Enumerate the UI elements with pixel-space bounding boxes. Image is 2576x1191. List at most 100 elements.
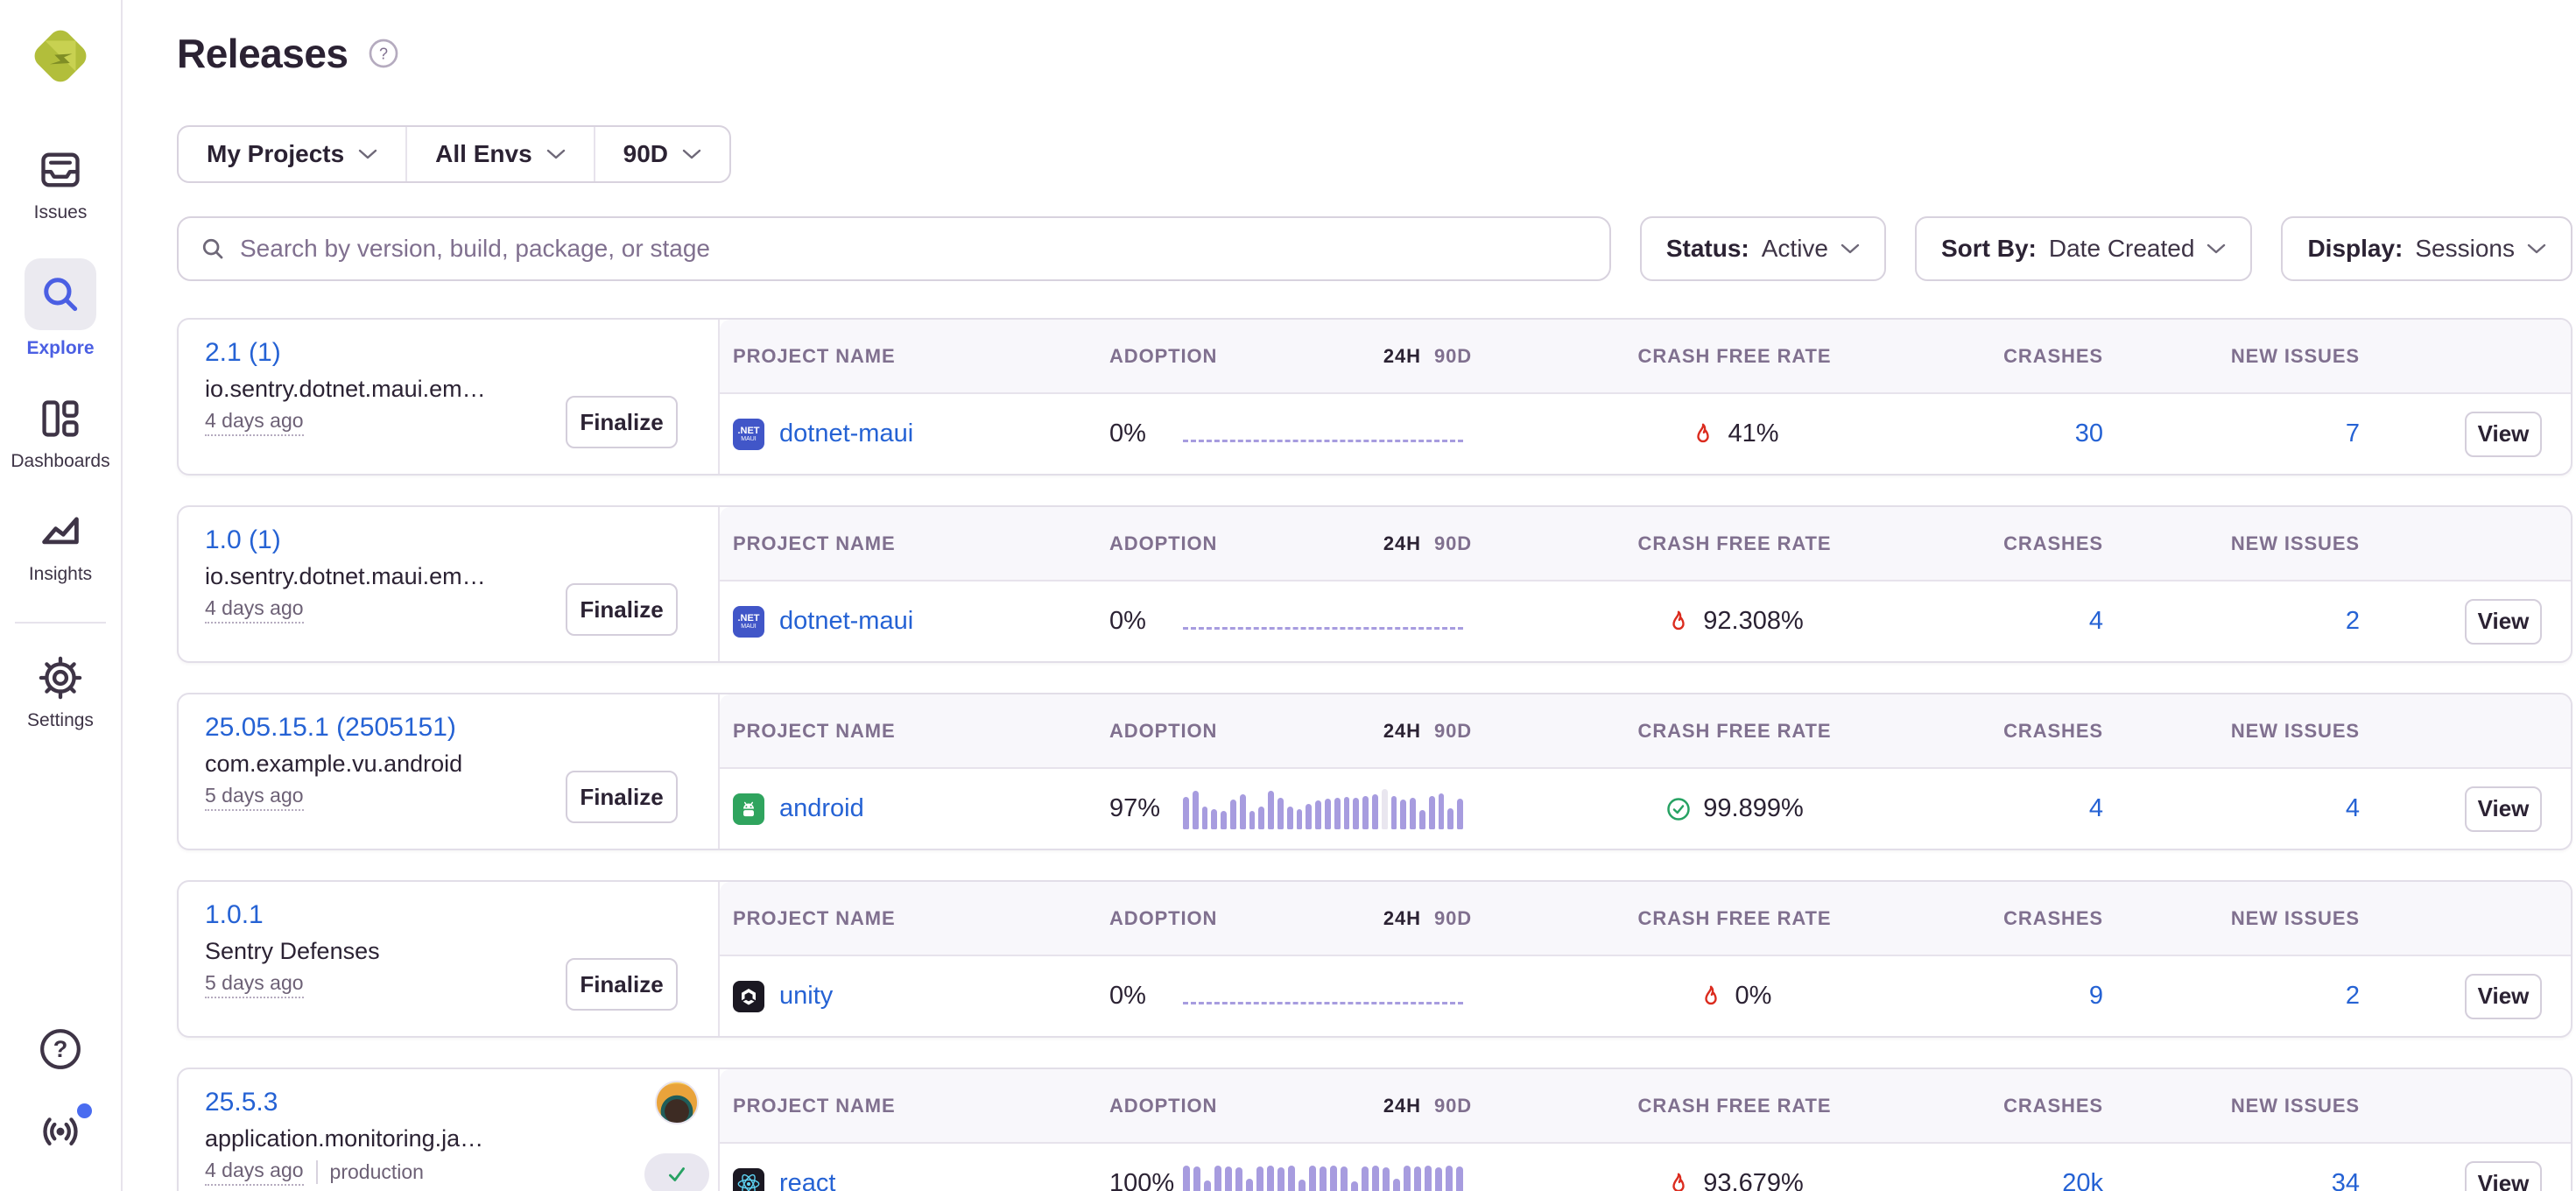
new-issues-link[interactable]: 2 xyxy=(2346,607,2360,636)
crashes-link[interactable]: 30 xyxy=(2075,419,2103,448)
sort-by-dropdown[interactable]: Sort By: Date Created xyxy=(1915,216,2252,281)
sidebar: Issues Explore Dashboards Insights xyxy=(0,0,123,1191)
project-link[interactable]: react xyxy=(779,1169,835,1191)
page-help-icon[interactable]: ? xyxy=(368,38,399,69)
release-created: 4 days ago xyxy=(205,1159,304,1186)
adoption-value: 100% xyxy=(1109,1169,1183,1191)
project-filter[interactable]: My Projects xyxy=(179,127,405,181)
chart-period-toggle[interactable]: 24H90D xyxy=(1383,1095,1472,1117)
check-circle-icon xyxy=(1665,796,1692,822)
project-link[interactable]: unity xyxy=(779,982,833,1011)
col-crash-free-rate: CRASH FREE RATE xyxy=(1638,1095,1832,1117)
col-crash-free-rate: CRASH FREE RATE xyxy=(1638,345,1832,368)
svg-text:?: ? xyxy=(53,1035,68,1062)
new-issues-link[interactable]: 2 xyxy=(2346,982,2360,1011)
view-button[interactable]: View xyxy=(2465,412,2542,457)
release-environment: production xyxy=(316,1160,424,1184)
table-header-row: PROJECT NAME ADOPTION 24H90D CRASH FREE … xyxy=(720,1069,2571,1144)
crashes-link[interactable]: 9 xyxy=(2089,982,2103,1011)
table-header-row: PROJECT NAME ADOPTION 24H90D CRASH FREE … xyxy=(720,882,2571,956)
release-search[interactable] xyxy=(177,216,1611,281)
search-icon xyxy=(200,236,226,262)
sidebar-item-settings[interactable]: Settings xyxy=(27,653,94,731)
sidebar-item-label: Dashboards xyxy=(11,451,109,472)
finalize-button[interactable]: Finalize xyxy=(566,958,678,1011)
fire-icon xyxy=(1665,1171,1692,1191)
release-version-link[interactable]: 2.1 (1) xyxy=(205,337,281,369)
sentry-logo[interactable] xyxy=(27,23,94,89)
col-adoption: ADOPTION xyxy=(1109,720,1183,743)
col-project-name: PROJECT NAME xyxy=(733,720,1109,743)
react-icon xyxy=(733,1168,764,1191)
release-version-link[interactable]: 1.0.1 xyxy=(205,899,264,931)
crashes-link[interactable]: 4 xyxy=(2089,794,2103,823)
release-created: 5 days ago xyxy=(205,784,304,811)
release-summary: 1.0 (1) io.sentry.dotnet.maui.em… 4 days… xyxy=(179,507,718,661)
chart-period-toggle[interactable]: 24H90D xyxy=(1383,345,1472,368)
sidebar-item-insights[interactable]: Insights xyxy=(29,507,92,585)
settings-gear-icon xyxy=(36,653,85,702)
help-icon[interactable]: ? xyxy=(38,1026,83,1072)
release-version-link[interactable]: 25.05.15.1 (2505151) xyxy=(205,712,456,743)
chevron-down-icon xyxy=(1841,243,1860,255)
display-label: Display: xyxy=(2307,235,2403,263)
release-version-link[interactable]: 1.0 (1) xyxy=(205,525,281,556)
sort-value: Date Created xyxy=(2049,235,2195,263)
project-row: react 100% 93.679% 20k 34 View xyxy=(720,1144,2571,1191)
release-card: 1.0.1 Sentry Defenses 5 days ago Finaliz… xyxy=(177,880,2572,1038)
project-link[interactable]: dotnet-maui xyxy=(779,419,913,448)
crashes-link[interactable]: 20k xyxy=(2062,1169,2103,1191)
view-button[interactable]: View xyxy=(2465,974,2542,1019)
col-crashes: CRASHES xyxy=(2003,907,2103,930)
view-button[interactable]: View xyxy=(2465,1161,2542,1191)
col-crashes: CRASHES xyxy=(2003,532,2103,555)
table-header-row: PROJECT NAME ADOPTION 24H90D CRASH FREE … xyxy=(720,507,2571,581)
finalize-button[interactable]: Finalize xyxy=(566,396,678,448)
sidebar-item-dashboards[interactable]: Dashboards xyxy=(11,394,109,472)
view-button[interactable]: View xyxy=(2465,599,2542,645)
whats-new-broadcast-icon[interactable] xyxy=(38,1110,83,1156)
dotnet-maui-icon: .NETMAUI xyxy=(733,606,764,638)
date-range-filter[interactable]: 90D xyxy=(594,127,729,181)
sidebar-item-label: Insights xyxy=(29,564,92,585)
new-issues-link[interactable]: 7 xyxy=(2346,419,2360,448)
project-filter-value: My Projects xyxy=(207,140,344,168)
environment-filter[interactable]: All Envs xyxy=(405,127,593,181)
sidebar-item-explore[interactable]: Explore xyxy=(25,258,96,359)
project-link[interactable]: android xyxy=(779,794,864,823)
adoption-sparkline xyxy=(1183,414,1463,455)
dashboards-icon xyxy=(36,394,85,443)
chart-period-toggle[interactable]: 24H90D xyxy=(1383,532,1472,555)
finalize-button[interactable]: Finalize xyxy=(566,771,678,823)
status-dropdown[interactable]: Status: Active xyxy=(1640,216,1886,281)
finalize-button[interactable]: Finalize xyxy=(566,583,678,636)
chart-period-toggle[interactable]: 24H90D xyxy=(1383,907,1472,930)
col-crash-free-rate: CRASH FREE RATE xyxy=(1638,907,1832,930)
new-issues-link[interactable]: 34 xyxy=(2332,1169,2360,1191)
release-card: 1.0 (1) io.sentry.dotnet.maui.em… 4 days… xyxy=(177,505,2572,663)
crash-free-rate: 93.679% xyxy=(1665,1169,1804,1191)
col-new-issues: NEW ISSUES xyxy=(2231,532,2360,555)
status-label: Status: xyxy=(1666,235,1749,263)
view-button[interactable]: View xyxy=(2465,786,2542,832)
project-row: .NETMAUI dotnet-maui 0% 41% 30 7 View xyxy=(720,394,2571,474)
display-dropdown[interactable]: Display: Sessions xyxy=(2281,216,2572,281)
finalized-check-pill[interactable] xyxy=(644,1153,709,1191)
date-range-filter-value: 90D xyxy=(623,140,668,168)
col-project-name: PROJECT NAME xyxy=(733,1095,1109,1117)
col-adoption: ADOPTION xyxy=(1109,1095,1183,1117)
issues-icon xyxy=(36,145,85,194)
release-created: 5 days ago xyxy=(205,971,304,998)
release-card: 25.05.15.1 (2505151) com.example.vu.andr… xyxy=(177,693,2572,850)
sidebar-item-issues[interactable]: Issues xyxy=(34,145,88,223)
col-adoption: ADOPTION xyxy=(1109,345,1183,368)
project-link[interactable]: dotnet-maui xyxy=(779,607,913,636)
new-issues-link[interactable]: 4 xyxy=(2346,794,2360,823)
chart-period-toggle[interactable]: 24H90D xyxy=(1383,720,1472,743)
release-summary: 25.05.15.1 (2505151) com.example.vu.andr… xyxy=(179,694,718,849)
crashes-link[interactable]: 4 xyxy=(2089,607,2103,636)
release-version-link[interactable]: 25.5.3 xyxy=(205,1087,278,1118)
col-project-name: PROJECT NAME xyxy=(733,345,1109,368)
search-input[interactable] xyxy=(240,235,1588,263)
svg-text:?: ? xyxy=(378,45,387,62)
